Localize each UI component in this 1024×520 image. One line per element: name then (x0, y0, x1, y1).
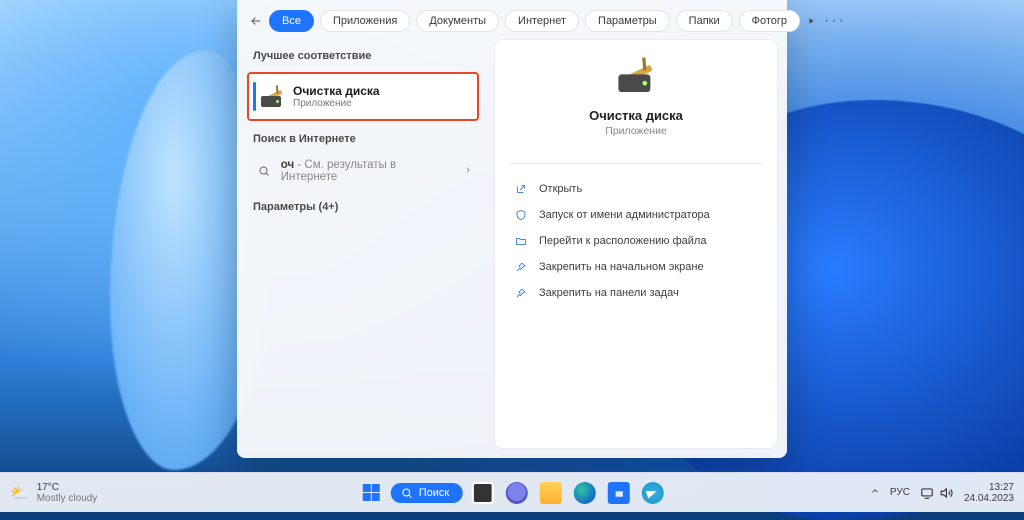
action-label: Запуск от имени администратора (539, 209, 710, 221)
action-pin-start[interactable]: Закрепить на начальном экране (495, 254, 777, 280)
selection-indicator (253, 82, 256, 111)
network-icon (920, 486, 934, 500)
tabs-scroll-right-icon[interactable] (806, 16, 816, 26)
task-view-icon[interactable] (469, 479, 497, 507)
action-pin-taskbar[interactable]: Закрепить на панели задач (495, 280, 777, 306)
tab-folders[interactable]: Папки (676, 10, 733, 32)
action-label: Закрепить на панели задач (539, 287, 679, 299)
result-title: Очистка диска (293, 84, 380, 98)
chat-icon[interactable] (503, 479, 531, 507)
action-label: Перейти к расположению файла (539, 235, 706, 247)
preview-subtitle: Приложение (605, 125, 667, 137)
clock-time: 13:27 (964, 482, 1014, 493)
best-match-result[interactable]: Очистка диска Приложение (247, 72, 479, 121)
web-query: оч (281, 159, 294, 171)
taskbar-center: Поиск (357, 479, 667, 507)
web-search-row[interactable]: оч - См. результаты в Интернете (237, 151, 489, 191)
search-icon (257, 165, 271, 177)
pin-icon (515, 287, 529, 299)
search-panel: Все Приложения Документы Интернет Параме… (237, 0, 787, 458)
explorer-icon[interactable] (537, 479, 565, 507)
weather-icon: ⛅ (10, 484, 29, 502)
search-preview-pane: Очистка диска Приложение Открыть Запуск … (495, 40, 777, 448)
action-open[interactable]: Открыть (495, 176, 777, 202)
preview-title: Очистка диска (589, 108, 683, 123)
tab-settings[interactable]: Параметры (585, 10, 670, 32)
taskbar-search[interactable]: Поиск (391, 483, 463, 503)
taskbar-search-label: Поиск (419, 487, 449, 499)
web-search-header: Поиск в Интернете (237, 129, 489, 151)
edge-icon[interactable] (571, 479, 599, 507)
open-icon (515, 183, 529, 195)
start-button[interactable] (357, 479, 385, 507)
action-label: Открыть (539, 183, 582, 195)
system-tray[interactable] (920, 486, 954, 500)
disk-cleanup-icon (618, 60, 653, 92)
back-button[interactable] (249, 10, 263, 32)
taskbar-right: РУС 13:27 24.04.2023 (870, 482, 1014, 504)
shield-icon (515, 209, 529, 221)
telegram-icon[interactable] (639, 479, 667, 507)
language-indicator[interactable]: РУС (890, 487, 910, 498)
preview-hero: Очистка диска Приложение (495, 40, 777, 151)
taskbar-clock[interactable]: 13:27 24.04.2023 (964, 482, 1014, 504)
store-icon[interactable] (605, 479, 633, 507)
tab-photos[interactable]: Фотогр (739, 10, 800, 32)
best-match-header: Лучшее соответствие (237, 46, 489, 68)
search-tabs: Все Приложения Документы Интернет Параме… (237, 0, 787, 38)
volume-icon (940, 486, 954, 500)
pin-icon (515, 261, 529, 273)
system-tray-chevron[interactable] (870, 486, 880, 499)
web-hint: - См. результаты в Интернете (281, 159, 396, 183)
weather-temp: 17°C (37, 482, 98, 493)
action-open-location[interactable]: Перейти к расположению файла (495, 228, 777, 254)
settings-header[interactable]: Параметры (4+) (237, 197, 489, 219)
disk-cleanup-icon (261, 87, 283, 107)
chevron-right-icon (463, 165, 473, 178)
tabs-overflow-icon[interactable]: ··· (824, 12, 846, 30)
action-run-admin[interactable]: Запуск от имени администратора (495, 202, 777, 228)
divider (511, 163, 761, 164)
folder-icon (515, 235, 529, 247)
clock-date: 24.04.2023 (964, 493, 1014, 504)
weather-desc: Mostly cloudy (37, 493, 98, 504)
action-label: Закрепить на начальном экране (539, 261, 704, 273)
tab-documents[interactable]: Документы (416, 10, 499, 32)
taskbar: ⛅ 17°C Mostly cloudy Поиск РУС 13:27 (0, 472, 1024, 512)
taskbar-weather[interactable]: ⛅ 17°C Mostly cloudy (10, 482, 97, 504)
search-results-left: Лучшее соответствие Очистка диска Прилож… (237, 38, 489, 458)
tab-all[interactable]: Все (269, 10, 314, 32)
tab-internet[interactable]: Интернет (505, 10, 579, 32)
tab-apps[interactable]: Приложения (320, 10, 410, 32)
result-subtitle: Приложение (293, 98, 380, 109)
